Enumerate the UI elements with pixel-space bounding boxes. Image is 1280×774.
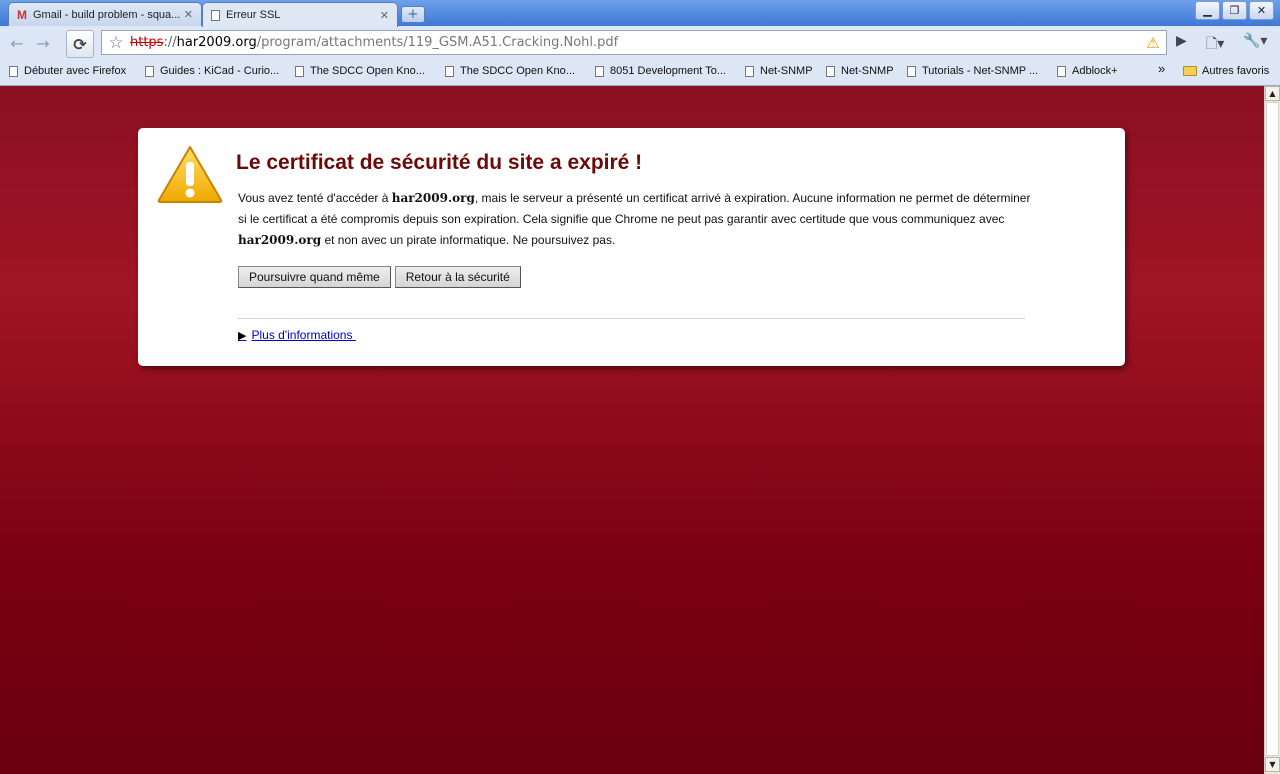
bookmark-item[interactable]: Guides : KiCad - Curio... (145, 65, 279, 77)
bookmarks-overflow-chevron[interactable]: » (1158, 61, 1165, 76)
bookmark-label: Débuter avec Firefox (24, 65, 127, 77)
back-arrow-icon[interactable]: ← (6, 32, 28, 54)
star-icon[interactable]: ☆ (102, 33, 130, 53)
more-info-link[interactable]: ▶ Plus d'informations (238, 328, 356, 342)
page-icon (907, 65, 916, 77)
page-icon (1057, 65, 1066, 77)
minimize-icon[interactable]: ▁ (1195, 1, 1220, 20)
url-separator: :// (163, 35, 177, 50)
close-tab-icon[interactable]: ✕ (184, 8, 193, 21)
bookmark-item[interactable]: The SDCC Open Kno... (295, 65, 425, 77)
bookmark-item[interactable]: Tutorials - Net-SNMP ... (907, 65, 1038, 77)
bookmark-item[interactable]: The SDCC Open Kno... (445, 65, 575, 77)
scroll-down-arrow-icon[interactable]: ▼ (1265, 757, 1280, 772)
page-icon (145, 65, 154, 77)
tab-title: Gmail - build problem - squa... (33, 8, 180, 21)
gmail-icon: M (17, 7, 27, 22)
bookmark-item[interactable]: 8051 Development To... (595, 65, 726, 77)
page-icon (595, 65, 604, 77)
expand-triangle-icon: ▶ (238, 329, 247, 342)
action-buttons: Poursuivre quand même Retour à la sécuri… (238, 266, 521, 288)
page-title: Le certificat de sécurité du site a expi… (236, 151, 643, 174)
page-icon (211, 9, 220, 21)
tab-ssl-error[interactable]: Erreur SSL ✕ (202, 2, 398, 27)
address-bar[interactable]: ☆ https://har2009.org/program/attachment… (101, 30, 1167, 55)
proceed-anyway-button[interactable]: Poursuivre quand même (238, 266, 391, 288)
vertical-scrollbar[interactable]: ▲ ▼ (1264, 86, 1280, 774)
wrench-icon[interactable]: 🔧▾ (1243, 33, 1267, 49)
more-info-label: Plus d'informations (251, 328, 353, 342)
divider (238, 318, 1025, 319)
description-text: et non avec un pirate informatique. Ne p… (321, 233, 616, 247)
bookmark-label: Guides : KiCad - Curio... (160, 65, 280, 77)
back-to-safety-button[interactable]: Retour à la sécurité (394, 266, 521, 288)
bookmarks-bar: Débuter avec Firefox Guides : KiCad - Cu… (0, 60, 1280, 86)
page-icon (745, 65, 754, 77)
host-name: har2009.org (391, 191, 475, 205)
bookmark-item[interactable]: Net-SNMP (826, 65, 894, 77)
page-icon (9, 65, 18, 77)
folder-icon (1183, 66, 1197, 76)
bookmark-label: Tutorials - Net-SNMP ... (922, 65, 1039, 77)
reload-icon[interactable]: ⟳ (66, 30, 94, 58)
host-name: har2009.org (238, 233, 322, 247)
bookmark-item[interactable]: Débuter avec Firefox (9, 65, 126, 77)
ssl-error-panel: Le certificat de sécurité du site a expi… (138, 128, 1125, 366)
bookmark-item[interactable]: Net-SNMP (745, 65, 813, 77)
tab-title: Erreur SSL (226, 9, 281, 21)
tab-strip: M Gmail - build problem - squa... ✕ Erre… (0, 0, 1280, 27)
scroll-up-arrow-icon[interactable]: ▲ (1265, 86, 1280, 101)
page-icon (445, 65, 454, 77)
bookmark-label: Net-SNMP (760, 65, 813, 77)
toolbar: ← → ⟳ ☆ https://har2009.org/program/atta… (0, 26, 1280, 61)
page-icon (826, 65, 835, 77)
play-icon[interactable]: ▶ (1176, 33, 1187, 49)
error-description: Vous avez tenté d'accéder à har2009.org,… (238, 188, 1038, 251)
url-host: har2009.org (176, 35, 257, 50)
close-tab-icon[interactable]: ✕ (380, 9, 389, 22)
tab-gmail[interactable]: M Gmail - build problem - squa... ✕ (8, 2, 202, 26)
page-icon (295, 65, 304, 77)
close-window-icon[interactable]: ✕ (1249, 1, 1274, 20)
folder-label: Autres favoris (1202, 65, 1270, 77)
description-text: Vous avez tenté d'accéder à (238, 191, 392, 205)
warning-icon[interactable]: ⚠ (1140, 34, 1166, 52)
url-scheme: https (130, 35, 164, 50)
bookmark-label: The SDCC Open Kno... (310, 65, 425, 77)
other-bookmarks-folder[interactable]: Autres favoris (1183, 65, 1269, 77)
restore-icon[interactable]: ❐ (1222, 1, 1247, 20)
url-path: /program/attachments/119_GSM.A51.Crackin… (256, 35, 619, 50)
bookmark-label: The SDCC Open Kno... (460, 65, 575, 77)
bookmark-item[interactable]: Adblock+ (1057, 65, 1118, 77)
bookmark-label: Adblock+ (1072, 65, 1118, 77)
page-menu-icon[interactable]: 🗋▾ (1206, 33, 1224, 57)
bookmark-label: Net-SNMP (841, 65, 894, 77)
window-controls: ▁ ❐ ✕ (1195, 1, 1274, 20)
forward-arrow-icon[interactable]: → (32, 32, 54, 54)
url-text[interactable]: https://har2009.org/program/attachments/… (130, 35, 1140, 50)
bookmark-label: 8051 Development To... (610, 65, 726, 77)
new-tab-button[interactable]: + (401, 6, 425, 23)
warning-icon (157, 146, 223, 203)
scroll-track[interactable] (1266, 102, 1279, 756)
